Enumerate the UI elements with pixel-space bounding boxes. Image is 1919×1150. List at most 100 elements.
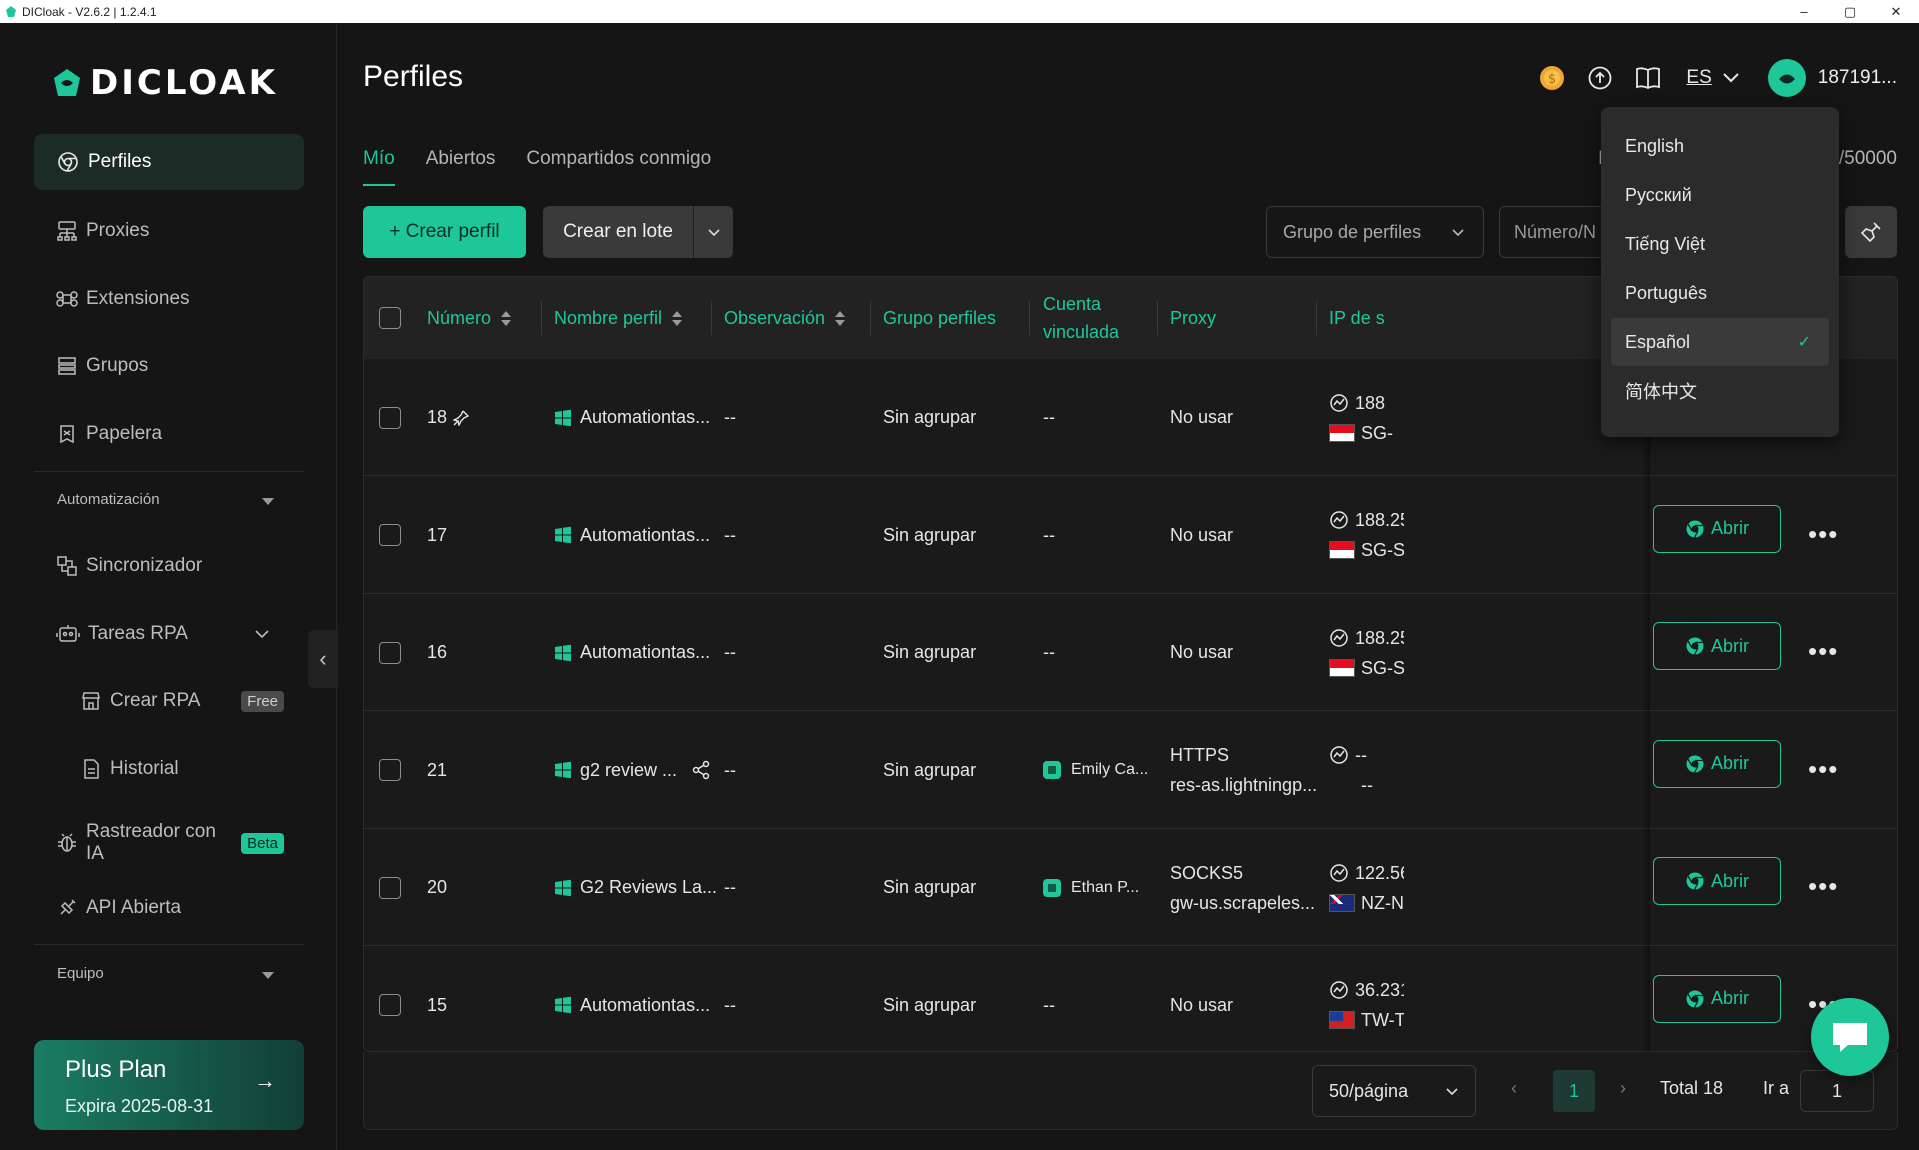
note-cell[interactable]: --	[724, 594, 736, 711]
ip-check-icon[interactable]	[1329, 628, 1349, 648]
chevron-down-icon[interactable]	[254, 629, 270, 639]
sidebar-item-proxies[interactable]: Proxies	[34, 203, 304, 259]
sidebar-item-crear-rpa[interactable]: Crear RPA Free	[58, 673, 304, 729]
sidebar-item-extensiones[interactable]: Extensiones	[34, 271, 304, 327]
ip-check-icon[interactable]	[1329, 510, 1349, 530]
table-row[interactable]: 17 Automationtas... -- Sin agrupar -- No…	[364, 476, 1897, 594]
chevron-down-icon	[707, 229, 720, 237]
row-checkbox[interactable]	[379, 994, 401, 1016]
plan-card[interactable]: Plus Plan Expira 2025-08-31 →	[34, 1040, 304, 1130]
sort-icon[interactable]	[672, 310, 683, 326]
pin-icon[interactable]	[453, 410, 470, 426]
tab-mio[interactable]: Mío	[363, 148, 395, 186]
caret-down-icon[interactable]	[262, 498, 274, 505]
next-page-button[interactable]: ›	[1620, 1078, 1626, 1099]
current-page[interactable]: 1	[1553, 1070, 1595, 1112]
avatar[interactable]	[1767, 59, 1806, 97]
row-checkbox[interactable]	[379, 524, 401, 546]
ip-check-icon[interactable]	[1329, 980, 1349, 1000]
profile-name-cell[interactable]: Automationtas...	[554, 359, 710, 476]
row-checkbox[interactable]	[379, 406, 401, 429]
sidebar-item-api-abierta[interactable]: API Abierta	[34, 880, 304, 936]
tab-abiertos[interactable]: Abiertos	[426, 148, 496, 186]
row-checkbox[interactable]	[379, 641, 401, 664]
note-cell[interactable]: --	[724, 359, 736, 476]
sort-icon[interactable]	[835, 310, 846, 326]
account-cell: --	[1043, 524, 1055, 545]
more-options-icon[interactable]: •••	[1808, 636, 1838, 667]
coin-button[interactable]: $	[1532, 58, 1572, 98]
language-selector[interactable]: ES	[1686, 67, 1739, 89]
open-profile-button[interactable]: Abrir	[1653, 857, 1781, 905]
sidebar-item-grupos[interactable]: Grupos	[34, 338, 304, 394]
column-header-note[interactable]: Observación	[724, 277, 846, 359]
sidebar-item-perfiles[interactable]: Perfiles	[34, 134, 304, 190]
chat-support-button[interactable]	[1811, 998, 1889, 1076]
batch-dropdown-button[interactable]	[694, 224, 733, 240]
profile-name-cell[interactable]: Automationtas...	[554, 594, 710, 711]
sidebar-item-sincronizador[interactable]: Sincronizador	[34, 538, 304, 594]
note-cell[interactable]: --	[724, 947, 736, 1052]
batch-create-button[interactable]: Crear en lote	[543, 206, 733, 258]
row-checkbox[interactable]	[379, 876, 401, 899]
username[interactable]: 187191...	[1818, 67, 1897, 89]
ip-check-icon[interactable]	[1329, 745, 1349, 765]
table-row[interactable]: 21 g2 review ... -- Sin agrupar Emily Ca…	[364, 711, 1897, 829]
more-options-icon[interactable]: •••	[1808, 754, 1838, 785]
share-icon[interactable]	[691, 760, 711, 780]
language-option-spanish[interactable]: Español ✓	[1611, 318, 1829, 366]
language-option-chinese[interactable]: 简体中文	[1611, 367, 1829, 415]
language-option-portuguese[interactable]: Português	[1611, 269, 1829, 317]
table-row[interactable]: 20 G2 Reviews La... -- Sin agrupar Ethan…	[364, 829, 1897, 946]
page-size-select[interactable]: 50/página	[1312, 1065, 1476, 1117]
logo[interactable]: DICLOAK	[50, 63, 278, 103]
sidebar-item-tareas-rpa[interactable]: Tareas RPA	[34, 606, 304, 662]
profile-name-cell[interactable]: Automationtas...	[554, 477, 710, 594]
profile-group-filter[interactable]: Grupo de perfiles	[1266, 206, 1484, 258]
profile-name-cell[interactable]: G2 Reviews La...	[554, 829, 717, 946]
sidebar-item-papelera[interactable]: Papelera	[34, 406, 304, 462]
ip-check-icon[interactable]	[1329, 393, 1349, 413]
language-option-russian[interactable]: Русский	[1611, 171, 1829, 219]
maximize-button[interactable]: ▢	[1827, 0, 1873, 23]
note-cell[interactable]: --	[724, 712, 736, 829]
docs-button[interactable]	[1628, 58, 1668, 98]
column-header-name[interactable]: Nombre perfil	[554, 277, 683, 359]
clear-filters-button[interactable]	[1845, 206, 1897, 258]
language-option-vietnamese[interactable]: Tiếng Việt	[1611, 220, 1829, 268]
note-cell[interactable]: --	[724, 829, 736, 946]
profile-name-cell[interactable]: g2 review ...	[554, 712, 711, 829]
minimize-button[interactable]: –	[1781, 0, 1827, 23]
caret-down-icon[interactable]	[262, 972, 274, 979]
more-options-icon[interactable]: •••	[1808, 519, 1838, 550]
close-button[interactable]: ✕	[1873, 0, 1919, 23]
collapse-sidebar-button[interactable]: ‹	[308, 630, 338, 688]
column-header-proxy: Proxy	[1170, 307, 1217, 328]
team-section-label[interactable]: Equipo	[57, 965, 104, 982]
goto-page-input[interactable]: 1	[1800, 1070, 1874, 1112]
table-row[interactable]: 15 Automationtas... -- Sin agrupar -- No…	[364, 946, 1897, 1052]
language-option-english[interactable]: English	[1611, 122, 1829, 170]
ip-check-icon[interactable]	[1329, 863, 1349, 883]
profile-name-cell[interactable]: Automationtas...	[554, 947, 710, 1052]
account-cell[interactable]: Ethan P...	[1043, 829, 1139, 946]
open-profile-button[interactable]: Abrir	[1653, 739, 1781, 788]
note-cell[interactable]: --	[724, 477, 736, 594]
account-cell[interactable]: Emily Ca...	[1043, 712, 1148, 829]
open-profile-button[interactable]: Abrir	[1653, 974, 1781, 1023]
more-options-icon[interactable]: •••	[1808, 871, 1838, 902]
open-profile-button[interactable]: Abrir	[1653, 504, 1781, 553]
select-all-checkbox[interactable]	[379, 307, 401, 329]
sidebar-item-historial[interactable]: Historial	[58, 741, 304, 797]
tab-compartidos[interactable]: Compartidos conmigo	[526, 148, 711, 186]
upload-button[interactable]	[1580, 58, 1620, 98]
sort-icon[interactable]	[501, 310, 512, 326]
prev-page-button[interactable]: ‹	[1511, 1078, 1517, 1099]
open-profile-button[interactable]: Abrir	[1653, 622, 1781, 670]
row-checkbox[interactable]	[379, 759, 401, 781]
column-header-number[interactable]: Número	[427, 277, 512, 359]
sidebar-item-rastreador-ia[interactable]: Rastreador con IA Beta	[34, 811, 304, 875]
table-row[interactable]: 16 Automationtas... -- Sin agrupar -- No…	[364, 594, 1897, 711]
automation-section-label[interactable]: Automatización	[57, 491, 160, 508]
create-profile-button[interactable]: + Crear perfil	[363, 206, 526, 258]
